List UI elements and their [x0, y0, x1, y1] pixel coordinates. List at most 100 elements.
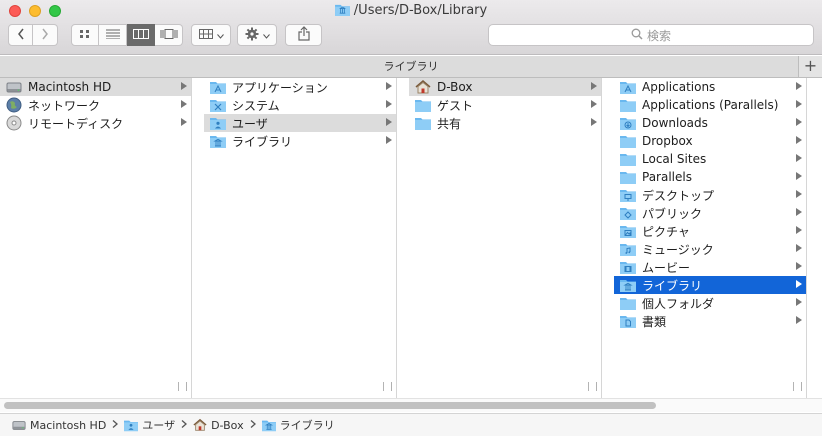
list-item[interactable]: リモートディスク — [0, 114, 191, 132]
remote-disc-icon — [6, 115, 22, 131]
folder-icon — [415, 115, 431, 131]
list-item[interactable]: ミュージック — [614, 240, 806, 258]
users-folder-icon — [124, 418, 139, 432]
list-item[interactable]: ムービー — [614, 258, 806, 276]
disclosure-arrow-icon — [796, 190, 802, 198]
list-item-label: Macintosh HD — [28, 80, 112, 94]
list-item[interactable]: D-Box — [409, 78, 601, 96]
list-item-label: デスクトップ — [642, 188, 715, 203]
list-item-label: パブリック — [642, 206, 703, 221]
disclosure-arrow-icon — [386, 82, 392, 90]
horizontal-scrollbar[interactable] — [0, 398, 822, 412]
list-item-label: ライブラリ — [642, 278, 703, 293]
downloads-folder-icon — [620, 115, 636, 131]
view-mode-group — [71, 24, 183, 46]
list-icon — [105, 28, 120, 42]
disclosure-arrow-icon — [796, 262, 802, 270]
list-item-label: リモートディスク — [28, 116, 124, 131]
chevron-right-icon — [181, 419, 188, 431]
path-crumb-label: ライブラリ — [279, 419, 335, 432]
action-button[interactable] — [237, 24, 277, 46]
path-crumb[interactable]: D-Box — [193, 418, 244, 432]
list-item[interactable]: 共有 — [409, 114, 601, 132]
disclosure-arrow-icon — [181, 82, 187, 90]
list-item[interactable]: Applications (Parallels) — [614, 96, 806, 114]
list-item-label: D-Box — [437, 80, 473, 94]
column-1: Macintosh HD ネットワークリモートディスク | | — [0, 78, 192, 398]
disclosure-arrow-icon — [796, 316, 802, 324]
hard-drive-icon — [6, 79, 22, 95]
list-view-button[interactable] — [99, 24, 127, 46]
list-item[interactable]: ユーザ — [204, 114, 396, 132]
list-item[interactable]: ピクチャ — [614, 222, 806, 240]
music-folder-icon — [620, 241, 636, 257]
search-placeholder: 検索 — [646, 28, 671, 43]
list-item-label: Parallels — [642, 170, 692, 184]
list-item[interactable]: ゲスト — [409, 96, 601, 114]
disclosure-arrow-icon — [386, 136, 392, 144]
disclosure-arrow-icon — [796, 100, 802, 108]
list-item-label: ライブラリ — [232, 134, 293, 149]
disclosure-arrow-icon — [796, 136, 802, 144]
path-crumb[interactable]: ライブラリ — [261, 417, 335, 433]
list-item[interactable]: アプリケーション — [204, 78, 396, 96]
path-crumb[interactable]: Macintosh HD — [12, 418, 106, 432]
list-item-label: 個人フォルダ — [642, 296, 715, 311]
column-2: アプリケーション システム ユーザライブラリ | | — [204, 78, 397, 398]
list-item-label: 書類 — [642, 314, 667, 329]
share-button[interactable] — [285, 24, 322, 46]
column-view-button[interactable] — [127, 24, 155, 46]
list-item[interactable]: ライブラリ — [204, 132, 396, 150]
list-item[interactable]: Applications — [614, 78, 806, 96]
tab-library[interactable]: ライブラリ — [384, 60, 439, 73]
arrange-button[interactable] — [191, 24, 231, 46]
column-resize-handle[interactable]: | | — [792, 382, 804, 392]
applications-folder-icon — [210, 79, 226, 95]
add-tab-button[interactable]: + — [798, 56, 822, 77]
list-item[interactable]: ライブラリ — [614, 276, 806, 294]
list-item[interactable]: 個人フォルダ — [614, 294, 806, 312]
disclosure-arrow-icon — [181, 100, 187, 108]
list-item-label: アプリケーション — [232, 80, 328, 95]
list-item[interactable]: デスクトップ — [614, 186, 806, 204]
list-item[interactable]: Dropbox — [614, 132, 806, 150]
list-item[interactable]: Local Sites — [614, 150, 806, 168]
documents-folder-icon — [620, 313, 636, 329]
disclosure-arrow-icon — [591, 82, 597, 90]
disclosure-arrow-icon — [181, 118, 187, 126]
list-item[interactable]: Macintosh HD — [0, 78, 191, 96]
list-item-label: Local Sites — [642, 152, 707, 166]
path-crumb-label: D-Box — [211, 418, 244, 432]
column-resize-handle[interactable]: | | — [587, 382, 599, 392]
list-item-label: Applications — [642, 80, 716, 94]
path-crumb[interactable]: ユーザ — [124, 417, 175, 433]
columns-icon — [132, 28, 149, 42]
applications-folder-icon — [620, 79, 636, 95]
list-item[interactable]: Downloads — [614, 114, 806, 132]
coverflow-view-button[interactable] — [155, 24, 183, 46]
list-item[interactable]: ネットワーク — [0, 96, 191, 114]
list-item-label: 共有 — [437, 116, 462, 131]
path-crumb-label: ユーザ — [142, 419, 176, 432]
back-button[interactable] — [8, 24, 33, 46]
list-item[interactable]: Parallels — [614, 168, 806, 186]
forward-button[interactable] — [33, 24, 58, 46]
scrollbar-thumb[interactable] — [4, 402, 656, 409]
list-item[interactable]: パブリック — [614, 204, 806, 222]
column-4: Applications Applications (Parallels) Down… — [614, 78, 807, 398]
network-globe-icon — [6, 97, 22, 113]
folder-icon — [620, 295, 636, 311]
chevron-down-icon — [216, 28, 224, 42]
disclosure-arrow-icon — [591, 118, 597, 126]
column-resize-handle[interactable]: | | — [382, 382, 394, 392]
list-item-label: ミュージック — [642, 242, 714, 257]
share-icon — [297, 26, 310, 44]
folder-icon — [620, 97, 636, 113]
list-item-label: Downloads — [642, 116, 708, 130]
search-field[interactable]: 検索 — [488, 24, 814, 46]
list-item[interactable]: システム — [204, 96, 396, 114]
column-3-list: D-Box ゲスト共有 — [409, 78, 601, 132]
icon-view-button[interactable] — [71, 24, 99, 46]
column-resize-handle[interactable]: | | — [177, 382, 189, 392]
list-item[interactable]: 書類 — [614, 312, 806, 330]
